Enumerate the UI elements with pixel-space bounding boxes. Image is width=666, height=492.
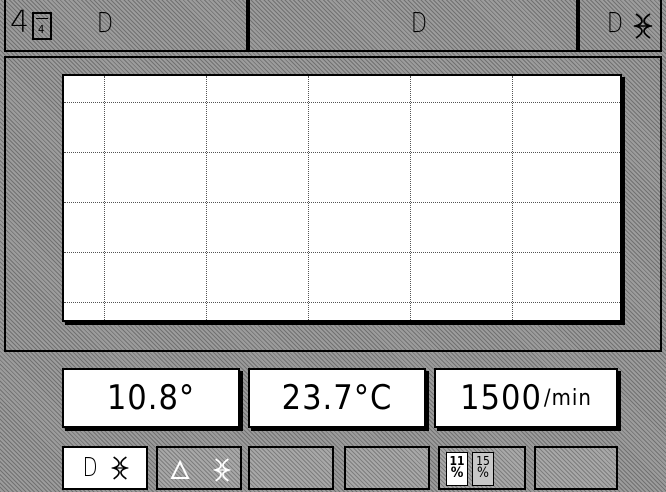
delta-icon (170, 460, 190, 479)
top-center-label: D (410, 6, 428, 39)
percent-button[interactable]: 11 % 15 % (438, 446, 526, 490)
fan-icon (633, 13, 653, 39)
mode-number: 4 (10, 5, 31, 40)
top-center-segment[interactable]: D (248, 0, 578, 52)
top-bar: 4 4 D D D (0, 0, 666, 54)
d-button-label: D (83, 453, 99, 483)
graph-area[interactable] (62, 74, 622, 322)
angle-readout: 10.8° (62, 368, 240, 428)
angle-value: 10.8° (106, 378, 196, 418)
speed-unit: /min (543, 385, 592, 411)
page-icon: 4 (32, 12, 52, 40)
delta-fan-button[interactable] (156, 446, 242, 490)
temperature-readout: 23.7°C (248, 368, 426, 428)
fan-icon (212, 458, 232, 482)
empty-button-3[interactable] (534, 446, 618, 490)
temperature-value: 23.7°C (281, 378, 393, 418)
top-left-segment[interactable]: 4 4 D (4, 0, 248, 52)
top-left-label: D (96, 6, 114, 39)
top-right-label: D (606, 6, 624, 39)
speed-readout: 1500 /min (434, 368, 618, 428)
graph-panel (4, 56, 662, 352)
percent-11-option[interactable]: 11 % (446, 452, 468, 486)
speed-value: 1500 (460, 378, 542, 418)
empty-button-1[interactable] (248, 446, 334, 490)
percent-15-option[interactable]: 15 % (472, 452, 494, 486)
fan-icon (110, 456, 129, 480)
top-right-segment[interactable]: D (578, 0, 662, 52)
d-fan-button[interactable]: D (62, 446, 148, 490)
empty-button-2[interactable] (344, 446, 430, 490)
